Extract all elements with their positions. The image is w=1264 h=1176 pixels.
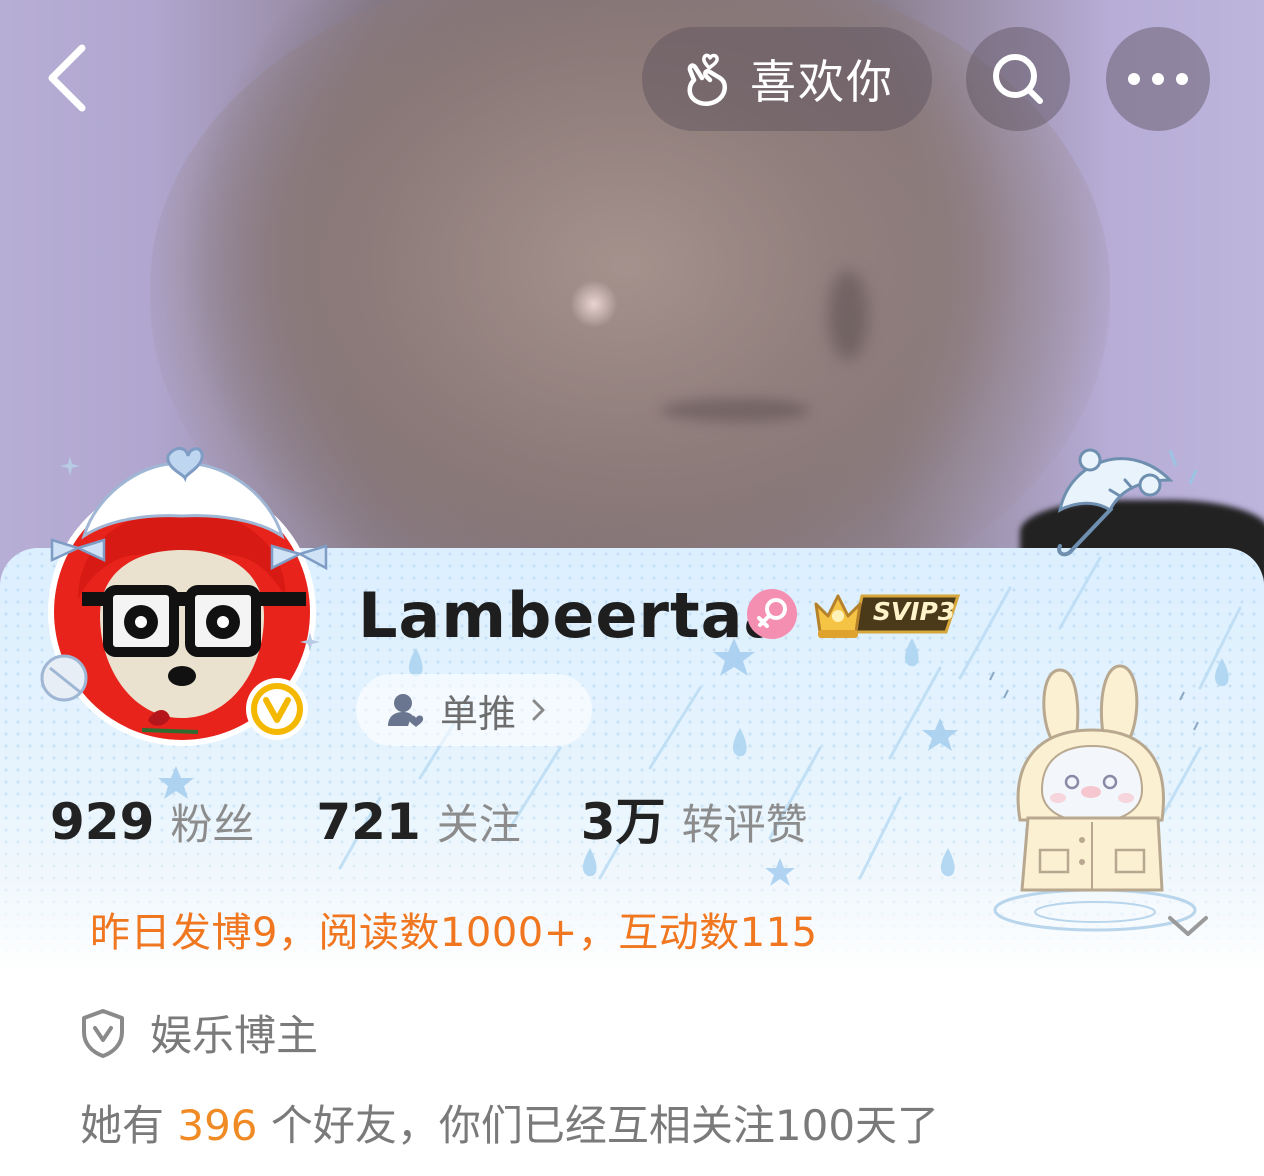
cover-highlight <box>570 280 618 328</box>
search-button[interactable] <box>966 27 1070 131</box>
friends-suffix: 个好友，你们已经互相关注100天了 <box>257 1101 940 1150</box>
stat-label: 关注 <box>436 800 521 849</box>
profile-stats: 929 粉丝 721 关注 3万 转评赞 <box>50 782 808 854</box>
profile-name: Lambeertaa <box>358 579 787 652</box>
verified-v-icon <box>246 678 308 740</box>
stat-interactions[interactable]: 3万 转评赞 <box>581 782 808 854</box>
more-options-button[interactable] <box>1106 27 1210 131</box>
stat-followers[interactable]: 929 粉丝 <box>50 791 254 852</box>
bunny-raincoat-decoration <box>989 664 1199 932</box>
cover-shadow <box>828 270 868 360</box>
fan-tag-button[interactable]: 单推 <box>356 674 592 746</box>
stat-number: 929 <box>50 793 155 851</box>
stat-label: 转评赞 <box>681 800 808 849</box>
chevron-left-icon <box>48 44 86 112</box>
avatar[interactable] <box>38 430 338 750</box>
search-icon <box>993 54 1043 104</box>
fan-tag-label: 单推 <box>440 691 517 736</box>
chevron-right-icon <box>532 699 545 721</box>
like-you-button[interactable]: 喜欢你 <box>642 27 932 131</box>
svip-label: SVIP3 <box>872 597 956 626</box>
like-you-label: 喜欢你 <box>750 55 894 109</box>
cover-mouth <box>660 398 810 422</box>
svip-badge[interactable]: SVIP3 <box>810 586 962 642</box>
certification-row[interactable]: 娱乐博主 <box>80 1002 318 1063</box>
expand-profile-button[interactable] <box>1162 906 1214 946</box>
shield-check-icon <box>82 1008 124 1058</box>
stat-label: 粉丝 <box>170 800 255 849</box>
certification-label: 娱乐博主 <box>150 1011 319 1060</box>
finger-heart-icon <box>687 53 727 106</box>
umbrella-bear-decoration <box>1057 448 1198 557</box>
mutual-friends-info[interactable]: 她有 396 个好友，你们已经互相关注100天了 <box>80 1092 939 1153</box>
stat-number: 721 <box>316 793 421 851</box>
back-button[interactable] <box>36 38 106 118</box>
activity-summary[interactable]: 昨日发博9，阅读数1000+，互动数115 <box>90 900 818 958</box>
friends-prefix: 她有 <box>80 1101 178 1150</box>
stat-following[interactable]: 721 关注 <box>316 791 520 852</box>
chevron-down-icon <box>1168 916 1208 936</box>
female-gender-icon <box>747 589 797 639</box>
stat-number: 3万 <box>580 793 666 851</box>
friends-count: 396 <box>177 1101 258 1150</box>
user-heart-icon <box>388 694 424 727</box>
more-dots-icon <box>1128 73 1188 85</box>
